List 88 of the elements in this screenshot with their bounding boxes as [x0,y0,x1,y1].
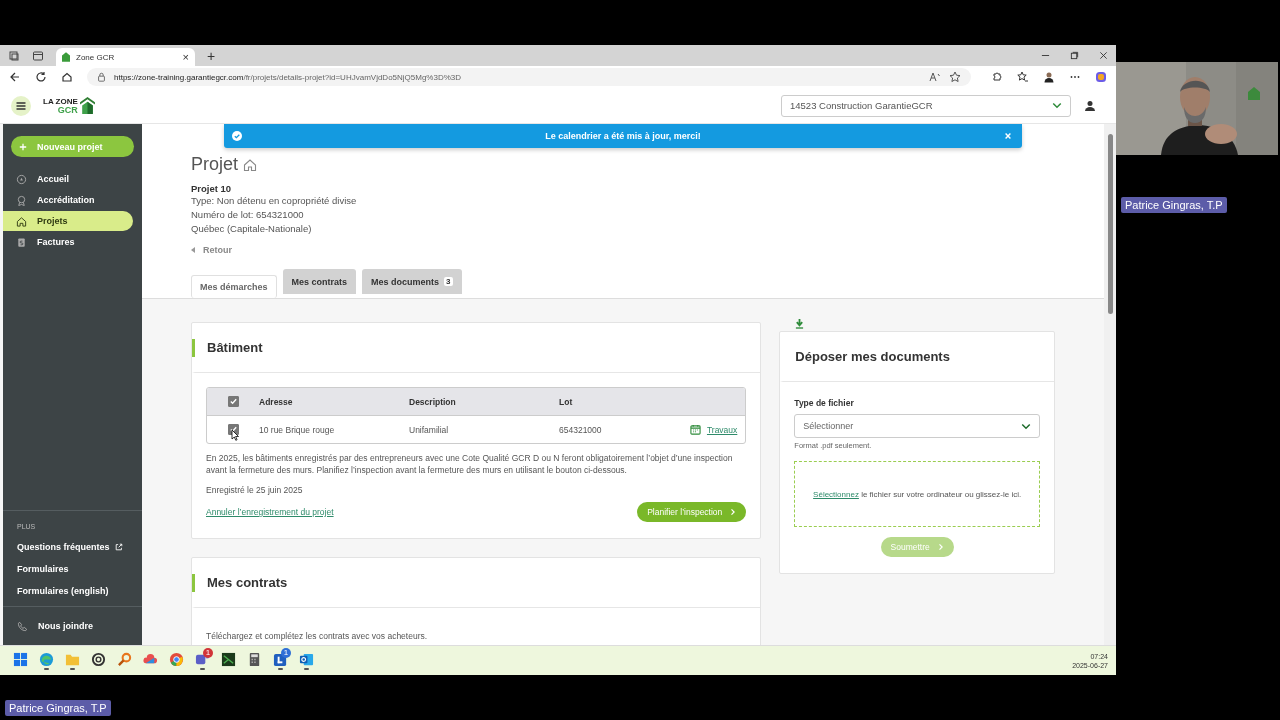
table-cell-text: 10 rue Brique rouge [259,424,336,435]
triangle-left-icon [191,247,195,253]
url-text: https://zone-training.garantiegcr.com/fr/projets/details-projet?id=UHJvamVjdDo5NjQ5Mg%3D%3D [114,72,462,82]
project-name: Projet 10 [191,183,233,194]
address-bar[interactable]: https://zone-training.garantiegcr.com/fr/projets/details-projet?id=UHJvamVjdDo5NjQ5Mg%3D%3D [87,68,971,86]
works-link[interactable]: Travaux [706,424,738,435]
contracts-text: Téléchargez et complétez les contrats avec vos acheteurs. [206,630,429,642]
external-link-icon [114,543,123,551]
close-tab-button[interactable]: × [182,51,189,63]
account-select[interactable]: 14523 Construction GarantieGCR [781,94,1071,117]
chevron-down-icon [1021,422,1031,430]
extensions-icon[interactable] [991,71,1003,83]
sidebar-item[interactable]: Factures [3,232,133,252]
cancel-registration-link[interactable]: Annuler l’enregistrement du projet [206,507,334,517]
card-title: Mes contrats [192,573,288,592]
select-all-checkbox[interactable] [227,396,239,407]
restore-icon[interactable] [1070,51,1079,60]
home-icon[interactable] [61,71,73,83]
select-file-link[interactable]: Sélectionnez [813,489,859,499]
tab-actions-icon[interactable] [32,49,44,62]
table-cell-text: Unifamilial [409,424,450,435]
chevron-down-icon [1052,102,1062,109]
presenter-name-tag: Patrice Gingras, T.P [5,700,111,716]
back-icon[interactable] [9,71,21,83]
lock-icon[interactable] [97,72,106,82]
copilot-icon[interactable] [1095,71,1107,83]
sidebar-link[interactable]: Formulaires [3,558,142,580]
notification-badge: 1 [281,647,291,658]
sidebar-item[interactable]: Accueil [3,169,133,189]
project-detail: Numéro de lot: 654321000 [191,208,305,222]
star-icon[interactable] [949,71,961,83]
count-badge: 3 [444,277,453,286]
favorites-icon[interactable] [1017,71,1029,83]
house-icon [16,215,27,227]
award-icon [16,194,27,206]
contact-link[interactable]: Nous joindre [3,615,142,637]
invoice-icon [16,236,27,248]
menu-button[interactable] [11,95,31,116]
drop-instructions: Sélectionnez le fichier sur votre ordinateur ou glissez-le ici. [813,489,1022,499]
project-detail: Type: Non détenu en copropriété divise [191,194,358,208]
registration-date: Enregistré le 25 juin 2025 [206,484,304,496]
card-title: Déposer mes documents [795,347,950,366]
field-label: Type de fichier [794,398,855,408]
column-header: Description [409,396,457,407]
column-header: Adresse [259,396,294,407]
read-aloud-icon[interactable] [929,71,941,83]
project-detail: Québec (Capitale-Nationale) [191,222,313,236]
file-type-select[interactable]: Sélectionner [794,414,1040,438]
drop-zone[interactable]: Sélectionnez le fichier sur votre ordinateur ou glissez-le ici. [794,461,1040,527]
chevron-right-icon [937,543,944,551]
workspaces-icon[interactable] [8,49,20,62]
chevron-right-icon [730,508,737,516]
phone-icon [17,620,28,632]
card-title: Bâtiment [192,338,263,357]
notification-text: Le calendrier a été mis à jour, merci! [544,131,702,141]
browser-tab[interactable]: Zone GCR × [56,48,195,66]
page-title: Projet [191,154,239,175]
sidebar-link[interactable]: Questions fréquentes [3,536,142,558]
sidebar-item[interactable]: Projets [3,211,133,231]
mouse-cursor-icon [231,429,239,441]
taskbar-app-icon[interactable] [298,651,314,667]
taskbar-app-icon[interactable] [90,651,106,667]
check-circle-icon [232,131,242,141]
plus-icon [19,142,27,151]
sidebar-item[interactable]: Accréditation [3,190,133,210]
column-header: Lot [559,396,574,407]
taskbar-app-icon[interactable] [272,651,288,667]
house-icon [243,157,258,172]
calendar-icon [689,424,701,435]
logo[interactable]: LA ZONE GCR [43,96,95,115]
participant-name-tag: Patrice Gingras, T.P [1121,197,1227,213]
reload-icon[interactable] [35,71,47,83]
notification-badge: 1 [203,647,213,658]
tab[interactable]: Mes contrats [282,269,357,294]
scrollbar[interactable] [1104,124,1116,645]
taskbar-app-icon[interactable] [220,651,236,667]
close-icon[interactable] [1099,51,1108,60]
sidebar-link[interactable]: Formulaires (english) [3,580,142,602]
download-icon [795,318,805,329]
profile-avatar-icon[interactable] [1043,71,1055,83]
user-icon[interactable] [1084,99,1096,112]
home-icon [16,173,27,185]
new-tab-button[interactable]: + [207,47,216,64]
back-link[interactable]: Retour [191,245,232,255]
inspection-notice: En 2025, les bâtiments enregistrés par des entrepreneurs avec une Cote Qualité GCR D ou N feront obligatoirement l’objet d’une inspection avant la fermeture des murs. Planifiez l’inspection avant la fermeture des murs en utilisant le bouton ci-dessous. [206,452,734,476]
tab[interactable]: Mes documents 3 [362,269,462,294]
tab[interactable]: Mes démarches [191,275,277,298]
table-cell-text: 654321000 [559,424,603,435]
